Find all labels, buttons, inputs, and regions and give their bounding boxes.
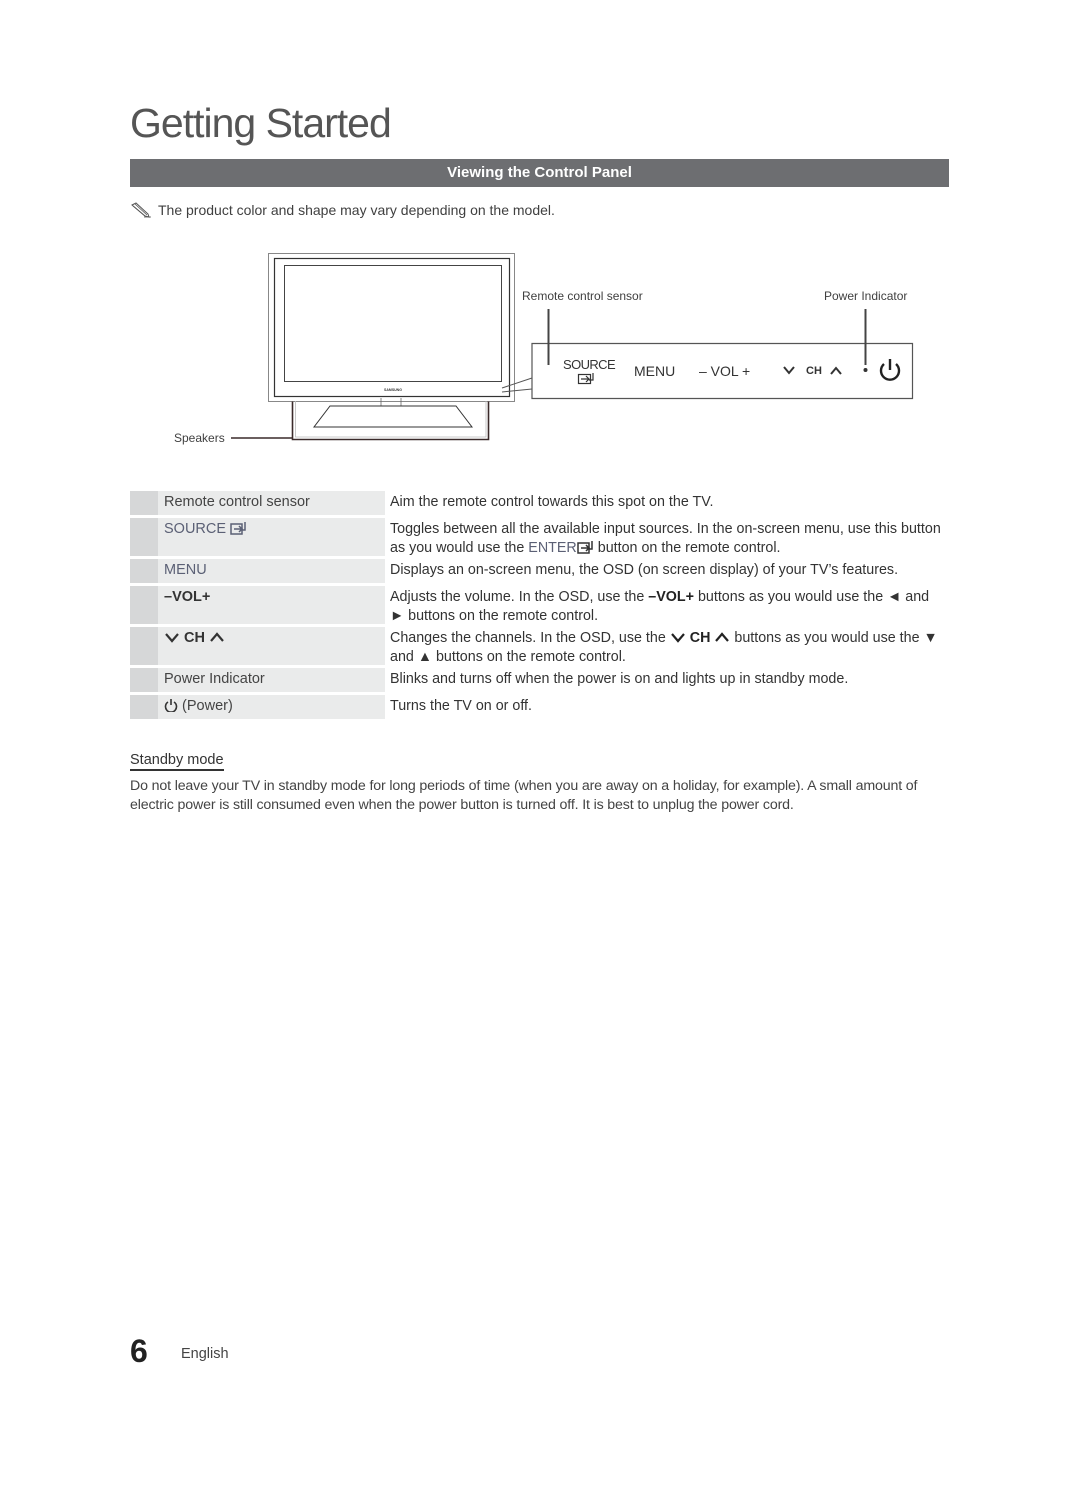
standby-body: Do not leave your TV in standby mode for… <box>130 778 918 813</box>
ch-down-icon <box>783 366 795 375</box>
tv-logo: SAMSUNG <box>384 388 402 392</box>
row-key: Remote control sensor <box>158 491 383 515</box>
row-marker <box>130 518 158 556</box>
power-indicator-dot <box>863 368 868 372</box>
note: The product color and shape may vary dep… <box>130 202 555 218</box>
power-icon <box>879 359 901 381</box>
row-desc: Adjusts the volume. In the OSD, use the … <box>383 586 950 624</box>
control-table: Remote control sensor Aim the remote con… <box>130 491 950 722</box>
row-marker <box>130 668 158 692</box>
table-row: Power Indicator Blinks and turns off whe… <box>130 668 950 692</box>
row-marker <box>130 695 158 719</box>
table-row: MENU Displays an on-screen menu, the OSD… <box>130 559 950 583</box>
note-text: The product color and shape may vary dep… <box>158 202 555 218</box>
row-marker <box>130 586 158 624</box>
row-marker <box>130 627 158 665</box>
row-desc: Toggles between all the available input … <box>383 518 950 556</box>
row-marker <box>130 491 158 515</box>
standby-heading: Standby mode <box>130 752 224 771</box>
row-marker <box>130 559 158 583</box>
row-key: (Power) <box>158 695 383 719</box>
panel-source-button: SOURCE <box>563 357 616 372</box>
panel-ch-button: CH <box>806 365 822 377</box>
panel-menu-button: MENU <box>634 363 676 379</box>
table-row: –VOL+ Adjusts the volume. In the OSD, us… <box>130 586 950 624</box>
row-key-text: SOURCE <box>164 521 227 537</box>
row-desc: Turns the TV on or off. <box>383 695 950 719</box>
table-row: (Power) Turns the TV on or off. <box>130 695 950 719</box>
tv-outer-frame <box>268 253 515 402</box>
power-indicator-label: Power Indicator <box>824 289 908 303</box>
row-key: MENU <box>158 559 383 583</box>
page-title: Getting Started <box>130 100 392 146</box>
section-title: Viewing the Control Panel <box>130 159 949 187</box>
row-key: –VOL+ <box>158 586 383 624</box>
row-key: Power Indicator <box>158 668 383 692</box>
chevron-up-icon <box>715 632 730 642</box>
chevron-down-icon <box>165 633 179 643</box>
chevron-up-icon <box>210 632 224 642</box>
speaker-outline <box>291 401 490 441</box>
remote-sensor-label: Remote control sensor <box>522 289 643 303</box>
panel-vol-button: – VOL + <box>699 363 751 379</box>
chevron-down-icon <box>670 633 685 643</box>
row-desc: Aim the remote control towards this spot… <box>383 491 950 515</box>
row-key: SOURCE <box>158 518 383 556</box>
row-desc: Changes the channels. In the OSD, use th… <box>383 627 950 665</box>
tv-stand-base <box>312 405 474 428</box>
speakers-label: Speakers <box>174 431 225 445</box>
tv-bezel <box>273 257 511 398</box>
power-icon <box>164 699 178 712</box>
ch-up-icon <box>830 366 842 375</box>
row-desc: Blinks and turns off when the power is o… <box>383 668 950 692</box>
tv-screen <box>284 265 502 382</box>
control-panel-box <box>531 342 914 400</box>
table-row: CH Changes the channels. In the OSD, use… <box>130 627 950 665</box>
page-number: 6 <box>130 1333 148 1369</box>
row-key: CH <box>158 627 383 665</box>
control-panel-diagram: SAMSUNG Remote control sensor Power Indi… <box>0 0 1080 470</box>
enter-icon <box>230 522 246 535</box>
row-desc: Displays an on-screen menu, the OSD (on … <box>383 559 950 583</box>
page-language: English <box>181 1346 229 1362</box>
table-row: SOURCE Toggles between all the available… <box>130 518 950 556</box>
tv-stand-neck <box>380 398 402 413</box>
tv-illustration: SAMSUNG <box>231 253 914 441</box>
table-row: Remote control sensor Aim the remote con… <box>130 491 950 515</box>
pencil-note-icon <box>131 202 151 218</box>
enter-icon <box>577 541 593 554</box>
source-enter-icon <box>577 373 594 385</box>
